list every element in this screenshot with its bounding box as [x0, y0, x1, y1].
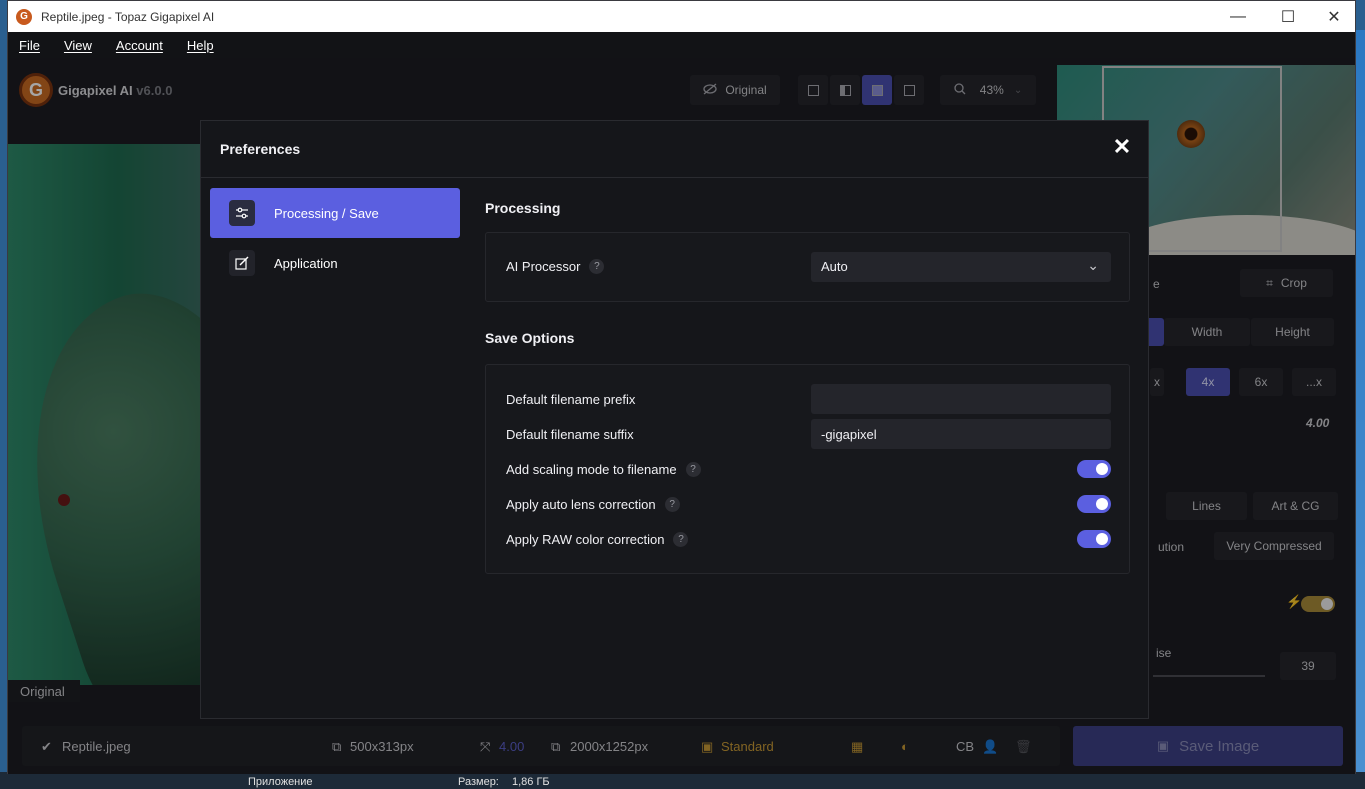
raw-color-row: Apply RAW color correction ?: [506, 532, 689, 547]
processing-card: AI Processor ? Auto ⌄: [485, 232, 1130, 302]
scaling-mode-toggle[interactable]: [1077, 460, 1111, 478]
ai-processor-value: Auto: [821, 259, 848, 274]
menu-view[interactable]: View: [64, 38, 92, 53]
processing-heading: Processing: [485, 200, 561, 216]
suffix-label: Default filename suffix: [506, 427, 634, 442]
filename-suffix-input[interactable]: [811, 419, 1111, 449]
help-icon[interactable]: ?: [589, 259, 605, 274]
ai-processor-label: AI Processor: [506, 259, 581, 274]
lens-correction-label: Apply auto lens correction: [506, 497, 656, 512]
preferences-dialog: Preferences ✕ Processing / Save Applicat…: [200, 120, 1149, 719]
save-options-heading: Save Options: [485, 330, 575, 346]
dialog-title: Preferences: [220, 141, 301, 157]
dialog-close-icon[interactable]: ✕: [1112, 136, 1132, 158]
minimize-button[interactable]: —: [1215, 1, 1261, 32]
scaling-mode-row: Add scaling mode to filename ?: [506, 462, 701, 477]
save-options-card: Default filename prefix Default filename…: [485, 364, 1130, 574]
app-logo-icon: G: [16, 8, 32, 25]
scaling-mode-label: Add scaling mode to filename: [506, 462, 677, 477]
lens-correction-row: Apply auto lens correction ?: [506, 497, 680, 512]
suffix-row: Default filename suffix: [506, 427, 634, 442]
desktop-background: [1356, 30, 1365, 772]
dialog-header: Preferences ✕: [201, 121, 1148, 178]
nav-application[interactable]: Application: [210, 238, 460, 288]
nav-application-label: Application: [274, 255, 338, 271]
sliders-icon: [229, 200, 255, 226]
edit-icon: [229, 250, 255, 276]
filename-prefix-input[interactable]: [811, 384, 1111, 414]
desktop-label-app: Приложение: [248, 776, 313, 788]
raw-color-label: Apply RAW color correction: [506, 532, 665, 547]
menu-help[interactable]: Help: [187, 38, 214, 53]
help-icon[interactable]: ?: [685, 462, 701, 477]
menu-account[interactable]: Account: [116, 38, 163, 53]
ai-processor-row: AI Processor ?: [506, 259, 605, 274]
prefix-row: Default filename prefix: [506, 392, 635, 407]
lens-correction-toggle[interactable]: [1077, 495, 1111, 513]
desktop-label-size: Размер:: [458, 776, 499, 788]
prefix-label: Default filename prefix: [506, 392, 636, 407]
help-icon[interactable]: ?: [664, 497, 680, 512]
nav-processing-save-label: Processing / Save: [274, 205, 379, 221]
nav-processing-save[interactable]: Processing / Save: [210, 188, 460, 238]
help-icon[interactable]: ?: [673, 532, 689, 547]
desktop-label-size-value: 1,86 ГБ: [512, 776, 550, 788]
close-window-button[interactable]: ✕: [1311, 1, 1357, 32]
menu-bar: File View Account Help: [8, 32, 1355, 59]
raw-color-toggle[interactable]: [1077, 530, 1111, 548]
ai-processor-select[interactable]: Auto ⌄: [811, 252, 1111, 282]
maximize-button[interactable]: ☐: [1265, 1, 1311, 32]
title-bar: G Reptile.jpeg - Topaz Gigapixel AI — ☐ …: [8, 1, 1355, 32]
window-title: Reptile.jpeg - Topaz Gigapixel AI: [41, 9, 215, 24]
chevron-down-icon: ⌄: [1087, 257, 1099, 273]
menu-file[interactable]: File: [19, 38, 40, 53]
desktop-taskbar-strip: [0, 772, 1365, 789]
